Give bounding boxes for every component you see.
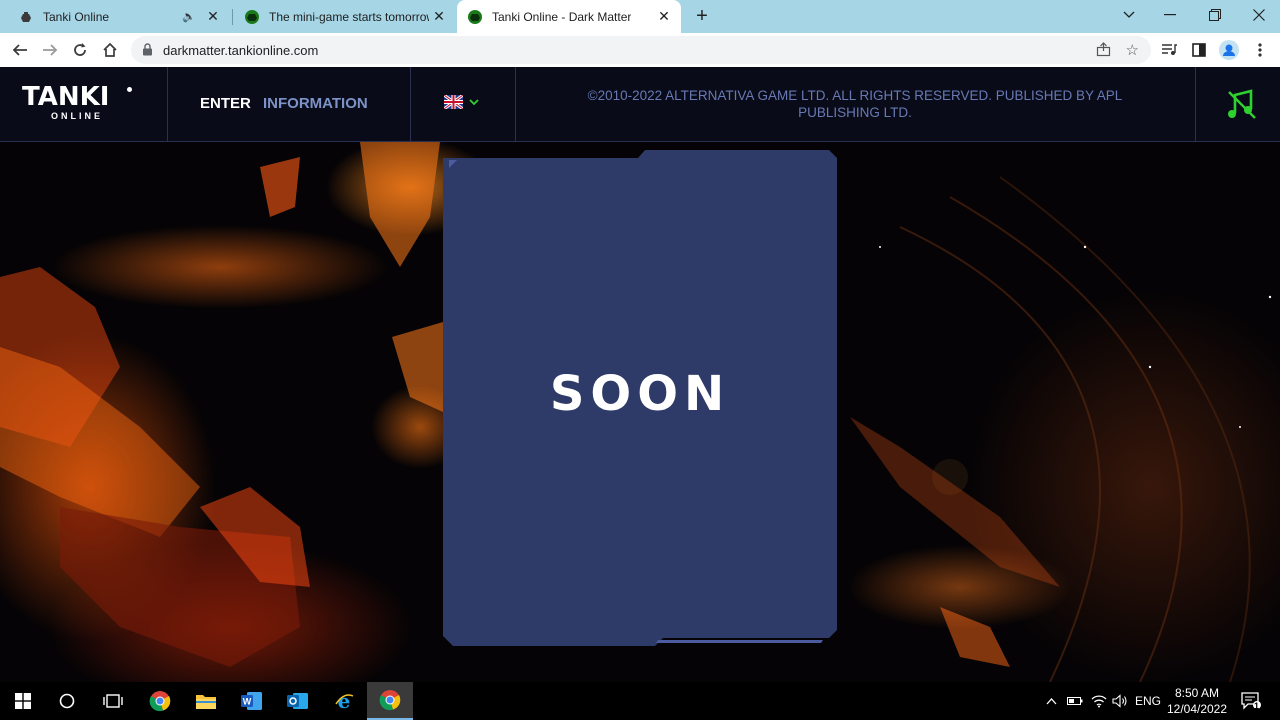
music-muted-icon[interactable] xyxy=(1226,87,1258,121)
logo-dot xyxy=(127,87,132,92)
speaker-muted-icon[interactable]: 🔈 xyxy=(182,10,196,23)
tanki-favicon-icon xyxy=(244,9,260,25)
close-tab-icon[interactable]: ✕ xyxy=(206,9,220,23)
chevron-down-icon xyxy=(469,98,479,105)
search-circle-icon[interactable] xyxy=(44,682,90,720)
logo-sub-text: ONLINE xyxy=(51,111,104,121)
browser-tab-active[interactable]: Tanki Online - Dark Matter ✕ xyxy=(457,0,681,33)
header-divider xyxy=(410,67,411,142)
nav-information-link[interactable]: INFORMATION xyxy=(263,95,368,112)
address-bar[interactable]: darkmatter.tankionline.com ☆ xyxy=(131,36,1151,64)
tab-search-chevron-icon[interactable] xyxy=(1107,0,1151,30)
soon-text: SOON xyxy=(549,366,731,422)
clock-date: 12/04/2022 xyxy=(1166,702,1228,716)
task-view-icon[interactable] xyxy=(90,682,136,720)
lock-icon[interactable] xyxy=(142,43,153,61)
svg-text:e: e xyxy=(338,690,351,712)
browser-menu-icon[interactable] xyxy=(1248,38,1272,62)
bookmark-star-icon[interactable]: ☆ xyxy=(1126,41,1139,59)
input-language-indicator[interactable]: ENG xyxy=(1133,682,1163,720)
page-background: TANKI ONLINE ENTER INFORMATION ©2010-202… xyxy=(0,67,1280,682)
new-tab-button[interactable]: + xyxy=(690,4,714,28)
tanki-favicon-icon xyxy=(18,9,34,25)
tab-separator xyxy=(232,9,233,25)
windows-start-icon[interactable] xyxy=(0,682,46,720)
profile-avatar-icon[interactable] xyxy=(1217,38,1241,62)
notification-count-badge: 1 xyxy=(1254,701,1260,711)
nav-enter-link[interactable]: ENTER xyxy=(200,95,251,112)
url-text[interactable]: darkmatter.tankionline.com xyxy=(163,43,318,58)
browser-toolbar: darkmatter.tankionline.com ☆ xyxy=(0,33,1280,67)
reload-icon[interactable] xyxy=(68,38,92,62)
header-divider xyxy=(1195,67,1196,142)
header-divider xyxy=(515,67,516,142)
close-tab-icon[interactable]: ✕ xyxy=(432,9,446,23)
tab-title: Tanki Online xyxy=(43,9,110,24)
uk-flag-icon xyxy=(444,95,463,109)
logo-main-text: TANKI xyxy=(22,82,110,112)
language-selector[interactable] xyxy=(444,95,479,109)
copyright-text: ©2010-2022 ALTERNATIVA GAME LTD. ALL RIG… xyxy=(587,88,1123,120)
restore-button[interactable] xyxy=(1193,0,1237,30)
header-divider xyxy=(167,67,168,142)
close-tab-icon[interactable]: ✕ xyxy=(657,9,671,23)
browser-tab[interactable]: The mini-game starts tomorrow! ✕ xyxy=(234,0,456,33)
minimize-button[interactable] xyxy=(1148,0,1192,30)
word-app-icon[interactable]: W xyxy=(229,682,275,720)
coming-soon-card: SOON xyxy=(443,150,837,647)
file-explorer-icon[interactable] xyxy=(183,682,229,720)
battery-icon[interactable] xyxy=(1065,682,1085,720)
svg-text:W: W xyxy=(243,697,252,707)
side-panel-icon[interactable] xyxy=(1187,38,1211,62)
share-icon[interactable] xyxy=(1096,42,1111,62)
media-queue-icon[interactable] xyxy=(1157,38,1181,62)
outlook-app-icon[interactable] xyxy=(275,682,321,720)
tab-title: Tanki Online - Dark Matter xyxy=(492,9,632,24)
windows-taskbar: W e ENG 8:50 AM 12/04/2022 1 xyxy=(0,682,1280,720)
tanki-favicon-icon xyxy=(467,9,483,25)
volume-icon[interactable] xyxy=(1110,682,1130,720)
internet-explorer-icon[interactable]: e xyxy=(321,682,367,720)
chrome-app-icon[interactable] xyxy=(137,682,183,720)
chrome-app-icon-active[interactable] xyxy=(367,682,413,720)
clock-time: 8:50 AM xyxy=(1174,686,1220,700)
browser-tab-strip: Tanki Online 🔈 ✕ The mini-game starts to… xyxy=(0,0,1280,33)
back-arrow-icon[interactable] xyxy=(8,38,32,62)
forward-arrow-icon[interactable] xyxy=(38,38,62,62)
wifi-icon[interactable] xyxy=(1088,682,1110,720)
site-header: TANKI ONLINE ENTER INFORMATION ©2010-202… xyxy=(0,67,1280,142)
taskbar-clock[interactable]: 8:50 AM 12/04/2022 xyxy=(1165,685,1229,717)
home-icon[interactable] xyxy=(98,38,122,62)
close-window-button[interactable] xyxy=(1237,0,1280,30)
browser-tab[interactable]: Tanki Online 🔈 ✕ xyxy=(0,0,230,33)
tanki-online-logo[interactable]: TANKI ONLINE xyxy=(22,83,142,123)
show-hidden-icons-chevron-icon[interactable] xyxy=(1042,682,1060,720)
tab-title: The mini-game starts tomorrow! xyxy=(269,9,429,24)
notification-center-icon[interactable]: 1 xyxy=(1236,682,1266,720)
